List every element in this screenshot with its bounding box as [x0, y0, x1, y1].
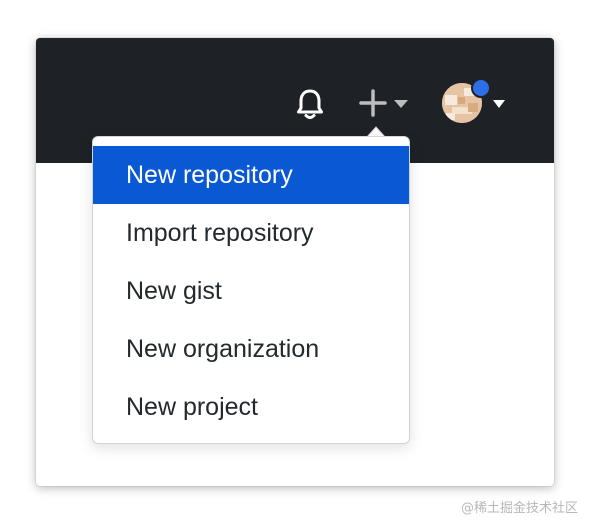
create-new-dropdown: New repository Import repository New gis…: [92, 136, 410, 444]
caret-down-icon: [394, 100, 408, 108]
plus-icon: [359, 89, 387, 117]
menu-item-new-project[interactable]: New project: [93, 378, 409, 436]
status-indicator: [471, 78, 491, 98]
bell-icon: [297, 89, 323, 119]
caret-down-icon: [493, 100, 505, 108]
menu-item-import-repository[interactable]: Import repository: [93, 204, 409, 262]
user-menu-button[interactable]: [440, 78, 510, 128]
menu-item-new-gist[interactable]: New gist: [93, 262, 409, 320]
watermark: @稀土掘金技术社区: [460, 501, 578, 516]
dropdown-list: New repository Import repository New gis…: [93, 146, 409, 436]
notifications-button[interactable]: [292, 86, 328, 122]
menu-item-new-repository[interactable]: New repository: [93, 146, 409, 204]
create-new-button[interactable]: [358, 86, 414, 120]
menu-item-new-organization[interactable]: New organization: [93, 320, 409, 378]
